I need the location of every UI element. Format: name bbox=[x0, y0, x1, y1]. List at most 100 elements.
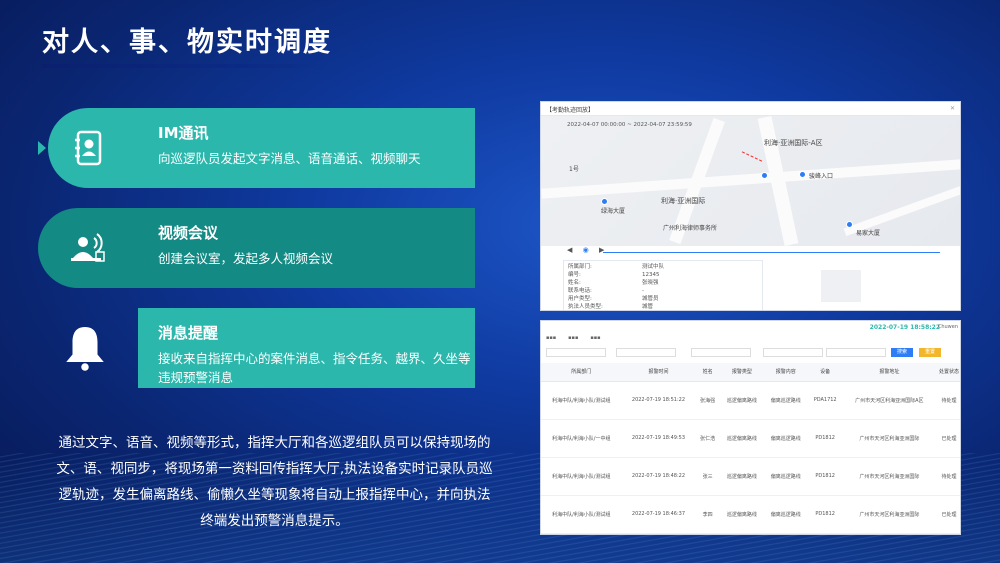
table-cell: 2022-07-19 18:48:22 bbox=[621, 457, 696, 496]
top-bar: 2022-07-19 18:58:22 Chuwen bbox=[541, 321, 960, 335]
feature-panel: 消息提醒 接收来自指挥中心的案件消息、指令任务、越界、久坐等违规预警消息 bbox=[138, 308, 475, 388]
search-button[interactable]: 搜索 bbox=[891, 348, 913, 357]
table-cell: 已处理 bbox=[936, 495, 960, 534]
column-header: 报警时间 bbox=[621, 363, 696, 382]
table-cell: 巡逻偏离路线 bbox=[719, 457, 764, 496]
playback-slider[interactable] bbox=[603, 252, 940, 253]
table-row[interactable]: 利海中队/利海小队/一中组 2022-07-19 18:49:53 张仁浩 巡逻偏离路… bbox=[541, 419, 960, 458]
playback-controls: ◀ ◉ ▶ bbox=[541, 246, 960, 258]
table-cell: 利海中队/利海小队/测试组 bbox=[541, 457, 622, 496]
table-row[interactable]: 利海中队/利海小队/测试组 2022-07-19 18:46:37 李四 巡逻偏离路线… bbox=[541, 495, 960, 534]
tab-bar: ▪▪▪ ▪▪▪ ▪▪▪ bbox=[541, 335, 960, 345]
table-cell: 已处理 bbox=[936, 419, 960, 458]
table-cell: 利海中队/利海小队/测试组 bbox=[541, 381, 622, 420]
feature-heading: 消息提醒 bbox=[158, 324, 219, 342]
map-label: 广州利海律师事务所 bbox=[663, 225, 718, 232]
rewind-icon[interactable]: ◀ bbox=[567, 246, 572, 254]
reset-button[interactable]: 重置 bbox=[919, 348, 941, 357]
table-cell: 广州市天河区利海亚洲国际 bbox=[842, 457, 937, 496]
bell-icon bbox=[66, 327, 104, 371]
feature-im: IM通讯 向巡逻队员发起文字消息、语音通话、视频聊天 bbox=[38, 108, 475, 188]
alert-list-screenshot: 2022-07-19 18:58:22 Chuwen ▪▪▪ ▪▪▪ ▪▪▪ 搜索 … bbox=[540, 320, 961, 535]
table-cell: 张海强 bbox=[695, 381, 720, 420]
table-cell: 2022-07-19 18:51:22 bbox=[621, 381, 696, 420]
location-pin-icon[interactable] bbox=[846, 221, 853, 228]
table-cell: 广州市天河区利海亚洲国际A区 bbox=[842, 381, 937, 420]
table-cell: PD1812 bbox=[807, 457, 843, 496]
table-cell: 待处理 bbox=[936, 457, 960, 496]
filter-input[interactable] bbox=[691, 348, 751, 357]
table-cell: 2022-07-19 18:49:53 bbox=[621, 419, 696, 458]
description-paragraph: 通过文字、语音、视频等形式，指挥大厅和各巡逻组队员可以保持现场的文、语、视同步，… bbox=[56, 435, 493, 529]
user-name[interactable]: Chuwen bbox=[938, 324, 958, 330]
playback-header: 【考勤轨迹回放】 ✕ bbox=[541, 102, 960, 116]
table-cell: 利海中队/利海小队/测试组 bbox=[541, 495, 622, 534]
table-cell: 偏离巡逻路线 bbox=[763, 381, 808, 420]
column-header: 报警类型 bbox=[719, 363, 764, 382]
map-label: 绿海大厦 bbox=[601, 208, 626, 215]
table-cell: 李四 bbox=[695, 495, 720, 534]
feature-notification: 消息提醒 接收来自指挥中心的案件消息、指令任务、越界、久坐等违规预警消息 bbox=[38, 308, 475, 388]
table-cell: 巡逻偏离路线 bbox=[719, 495, 764, 534]
speed-icon[interactable]: ◉ bbox=[583, 246, 589, 254]
page-title: 对人、事、物实时调度 bbox=[42, 27, 332, 58]
map-label: 利海·亚洲国际-A区 bbox=[764, 139, 823, 147]
column-header: 处置状态 bbox=[936, 363, 960, 382]
feature-badge bbox=[38, 308, 138, 388]
column-header: 设备 bbox=[807, 363, 843, 382]
close-icon[interactable]: ✕ bbox=[950, 105, 955, 112]
table-cell: 张三 bbox=[695, 457, 720, 496]
table-cell: 偏离巡逻路线 bbox=[763, 419, 808, 458]
table-cell: 偏离巡逻路线 bbox=[763, 457, 808, 496]
track-playback-screenshot: 【考勤轨迹回放】 ✕ 2022-04-07 00:00:00 ~ 2022-04… bbox=[540, 101, 961, 311]
column-header: 报警地址 bbox=[842, 363, 937, 382]
tab[interactable]: ▪▪▪ bbox=[568, 335, 578, 341]
table-cell: PD1812 bbox=[807, 419, 843, 458]
filter-input[interactable] bbox=[826, 348, 886, 357]
feature-badge bbox=[38, 108, 138, 188]
filter-input[interactable] bbox=[546, 348, 606, 357]
title-underline bbox=[42, 64, 322, 68]
location-pin-icon[interactable] bbox=[761, 172, 768, 179]
table-cell: 巡逻偏离路线 bbox=[719, 381, 764, 420]
table-cell: 张仁浩 bbox=[695, 419, 720, 458]
officer-info: 所属部门: 测试中队 编号: 12345 姓名: 张晓强 联系电话: - 用户类型: 城管… bbox=[563, 260, 763, 310]
tab[interactable]: ▪▪▪ bbox=[590, 335, 600, 341]
filter-input[interactable] bbox=[763, 348, 823, 357]
table-cell: PDA1712 bbox=[807, 381, 843, 420]
table-row[interactable]: 利海中队/利海小队/测试组 2022-07-19 18:51:22 张海强 巡逻偏离路… bbox=[541, 381, 960, 420]
date-range: 2022-04-07 00:00:00 ~ 2022-04-07 23:59:5… bbox=[567, 122, 692, 128]
location-pin-icon[interactable] bbox=[601, 198, 608, 205]
feature-desc: 向巡逻队员发起文字消息、语音通话、视频聊天 bbox=[158, 151, 421, 166]
table-cell: PD1812 bbox=[807, 495, 843, 534]
feature-desc: 接收来自指挥中心的案件消息、指令任务、越界、久坐等违规预警消息 bbox=[158, 351, 471, 385]
feature-badge bbox=[38, 208, 138, 288]
feature-video-conference: 视频会议 创建会议室，发起多人视频会议 bbox=[38, 208, 475, 288]
table-cell: 偏离巡逻路线 bbox=[763, 495, 808, 534]
playback-title: 【考勤轨迹回放】 bbox=[546, 107, 595, 114]
feature-panel: 视频会议 创建会议室，发起多人视频会议 bbox=[138, 208, 475, 288]
table-cell: 广州市天河区利海亚洲国际 bbox=[842, 495, 937, 534]
track-line bbox=[741, 151, 763, 162]
feature-heading: IM通讯 bbox=[158, 124, 209, 142]
location-pin-icon[interactable] bbox=[799, 171, 806, 178]
column-header: 报警内容 bbox=[763, 363, 808, 382]
column-header: 所属部门 bbox=[541, 363, 622, 382]
column-header: 姓名 bbox=[695, 363, 720, 382]
clock: 2022-07-19 18:58:22 bbox=[869, 324, 940, 331]
map-view[interactable]: 2022-04-07 00:00:00 ~ 2022-04-07 23:59:5… bbox=[541, 116, 960, 246]
table-row[interactable]: 利海中队/利海小队/测试组 2022-07-19 18:48:22 张三 巡逻偏离路线… bbox=[541, 457, 960, 496]
alert-table: 所属部门 报警时间 姓名 报警类型 报警内容 设备 报警地址 处置状态 利海中队… bbox=[541, 363, 960, 534]
video-conference-icon bbox=[71, 233, 105, 262]
map-label: 易家大厦 bbox=[856, 230, 881, 237]
map-label: 利海·亚洲国际 bbox=[661, 197, 706, 205]
contact-book-icon bbox=[75, 130, 102, 166]
filter-bar: 搜索 重置 bbox=[541, 345, 960, 361]
feature-heading: 视频会议 bbox=[158, 224, 219, 242]
feature-desc: 创建会议室，发起多人视频会议 bbox=[158, 251, 334, 266]
table-cell: 2022-07-19 18:46:37 bbox=[621, 495, 696, 534]
table-cell: 广州市天河区利海亚洲国际 bbox=[842, 419, 937, 458]
filter-input[interactable] bbox=[616, 348, 676, 357]
tab[interactable]: ▪▪▪ bbox=[546, 335, 556, 341]
avatar-placeholder bbox=[821, 270, 861, 302]
